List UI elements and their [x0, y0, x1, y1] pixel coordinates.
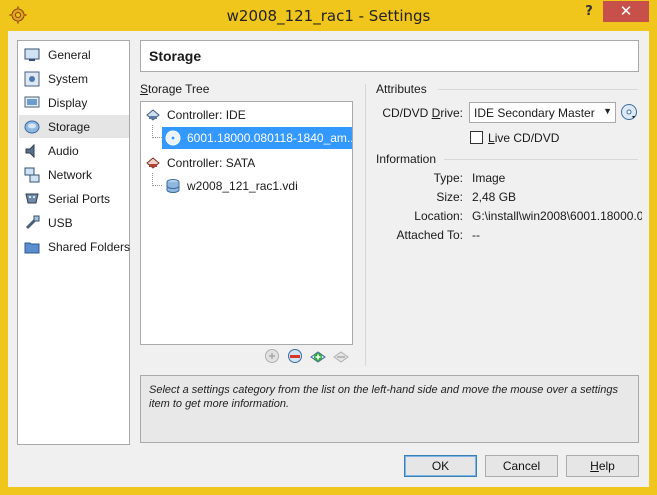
controller-label: Controller: IDE — [167, 108, 246, 122]
network-icon — [24, 167, 40, 182]
nav-item-shared-folders[interactable]: Shared Folders — [19, 235, 131, 258]
tree-item-cd-image[interactable]: 6001.18000.080118-1840_am... — [162, 127, 352, 149]
type-label: Type: — [433, 171, 463, 185]
tree-connector — [152, 185, 162, 186]
remove-attachment-icon[interactable] — [333, 348, 349, 364]
nav-label: General — [48, 47, 91, 62]
location-value: G:\install\win2008\6001.18000.0... — [472, 209, 642, 223]
add-hard-disk-icon[interactable] — [310, 348, 326, 364]
nav-label: Audio — [48, 143, 79, 158]
nav-item-network[interactable]: Network — [19, 163, 129, 186]
live-cd-dvd-label[interactable]: Live CD/DVD — [488, 131, 559, 145]
nav-item-display[interactable]: Display — [19, 91, 129, 114]
help-mnemonic: H — [590, 459, 599, 473]
usb-icon — [25, 215, 40, 229]
controller-label: Controller: SATA — [167, 156, 256, 170]
nav-label: Network — [48, 167, 93, 182]
nav-item-storage[interactable]: Storage — [19, 115, 129, 138]
live-cd-dvd-checkbox[interactable] — [470, 131, 483, 144]
help-rest: elp — [598, 459, 615, 473]
title-help-button[interactable]: ? — [581, 4, 597, 22]
cd-dvd-drive-select[interactable]: IDE Secondary Master ▼ — [469, 102, 616, 123]
nav-label: System — [48, 71, 89, 86]
nav-label: Shared Folders — [48, 239, 131, 254]
attributes-heading: Attributes — [376, 82, 427, 96]
add-attachment-icon[interactable] — [287, 348, 303, 364]
tree-controller-ide[interactable]: Controller: IDE — [145, 104, 350, 126]
attached-to-value: -- — [472, 228, 480, 242]
hard-disk-icon — [166, 179, 180, 193]
storage-tree-label-mnemonic: S — [140, 82, 149, 96]
nav-item-audio[interactable]: Audio — [19, 139, 129, 162]
nav-item-system[interactable]: System — [19, 67, 129, 90]
choose-disk-icon[interactable] — [620, 103, 638, 121]
serial-ports-icon — [25, 193, 39, 203]
settings-category-list[interactable]: General System Display Storage Audio Net… — [17, 40, 130, 445]
size-label: Size: — [436, 190, 463, 204]
size-value: 2,48 GB — [472, 190, 517, 204]
nav-item-usb[interactable]: USB — [19, 211, 129, 234]
storage-tree-label-rest: torage Tree — [148, 82, 210, 96]
nav-item-general[interactable]: General — [19, 43, 129, 66]
general-icon — [24, 48, 40, 61]
system-icon — [24, 71, 40, 86]
panel-separator — [365, 84, 366, 366]
chevron-down-icon: ▼ — [603, 106, 612, 116]
page-header: Storage — [140, 40, 639, 72]
tree-controller-sata[interactable]: Controller: SATA — [145, 152, 350, 174]
attached-to-label: Attached To: — [396, 228, 464, 242]
cd-icon — [165, 130, 181, 146]
tree-item-hard-disk[interactable]: w2008_121_rac1.vdi — [162, 175, 352, 197]
dialog-client: General System Display Storage Audio Net… — [8, 31, 649, 487]
audio-icon — [25, 143, 35, 158]
help-button[interactable]: Help — [566, 455, 639, 477]
nav-label: Serial Ports — [48, 191, 111, 206]
cd-dvd-drive-label: CD/DVD Drive: — [378, 106, 463, 120]
tree-connector — [152, 137, 162, 138]
sata-controller-icon — [146, 157, 160, 169]
title-bar[interactable]: w2008_121_rac1 - Settings ? ✕ — [0, 0, 657, 31]
drive-label-pre: CD/DVD — [382, 106, 432, 120]
nav-label: Display — [48, 95, 88, 110]
display-icon — [24, 96, 40, 107]
attachment-label: 6001.18000.080118-1840_am... — [187, 131, 352, 145]
information-heading: Information — [376, 152, 437, 166]
attributes-separator — [438, 89, 638, 90]
nav-label: Storage — [48, 119, 91, 134]
window-title: w2008_121_rac1 - Settings — [226, 7, 431, 25]
ide-controller-icon — [146, 109, 160, 121]
attachment-label: w2008_121_rac1.vdi — [187, 179, 298, 193]
page-title: Storage — [149, 48, 202, 64]
location-label: Location: — [414, 209, 463, 223]
cancel-button[interactable]: Cancel — [485, 455, 558, 477]
storage-tree-label: Storage Tree — [140, 82, 209, 96]
help-text: Select a settings category from the list… — [149, 384, 618, 410]
cd-dvd-drive-value: IDE Secondary Master — [474, 106, 595, 120]
ok-button[interactable]: OK — [404, 455, 477, 477]
type-value: Image — [472, 171, 506, 185]
nav-item-serial-ports[interactable]: Serial Ports — [19, 187, 129, 210]
nav-label: USB — [48, 215, 73, 230]
live-label-rest: ive CD/DVD — [494, 131, 560, 145]
storage-tree[interactable]: Controller: IDE 6001.18000.080118-1840_a… — [140, 101, 353, 345]
shared-folders-icon — [24, 242, 40, 253]
information-separator — [444, 159, 638, 160]
drive-label-post: rive: — [440, 106, 463, 120]
help-info-box: Select a settings category from the list… — [140, 375, 639, 443]
storage-icon — [24, 120, 40, 133]
close-button[interactable]: ✕ — [603, 1, 649, 22]
live-label-mnemonic: L — [488, 131, 495, 145]
add-controller-icon[interactable] — [264, 348, 280, 364]
